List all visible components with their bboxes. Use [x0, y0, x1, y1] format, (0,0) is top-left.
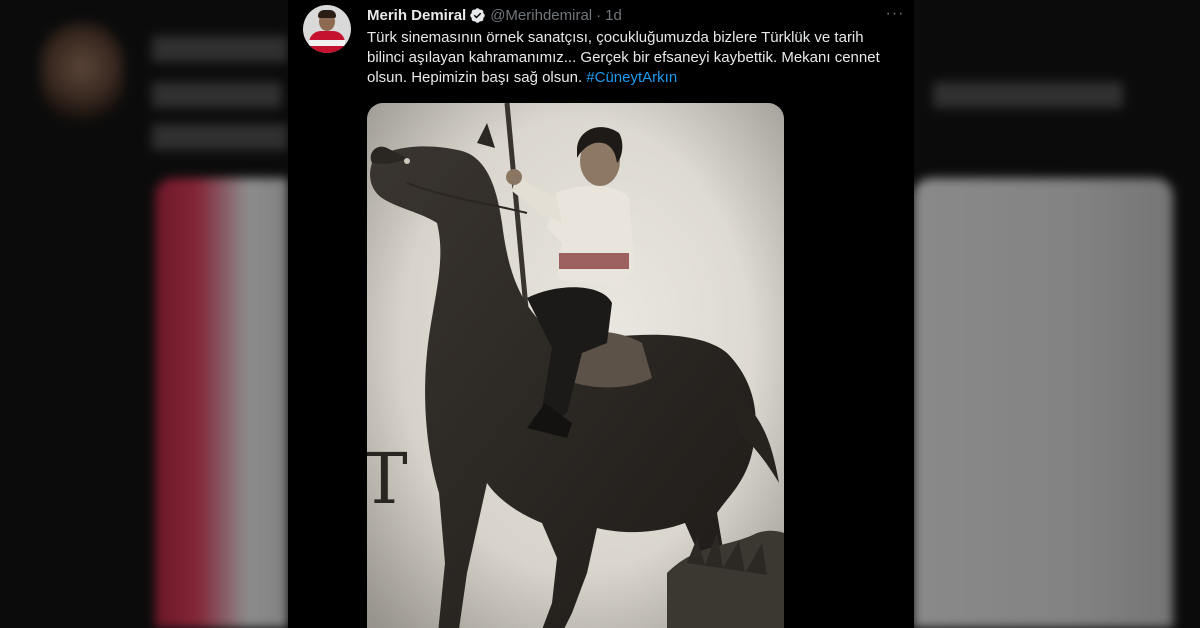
author-handle[interactable]: @Merihdemiral: [490, 7, 592, 24]
more-options-icon[interactable]: ···: [884, 4, 906, 24]
separator: ·: [596, 6, 602, 24]
tweet-text: Türk sinemasının örnek sanatçısı, çocukl…: [367, 28, 897, 88]
tweet: Merih Demiral @Merihdemiral · 1d ··· Tür…: [288, 0, 914, 628]
avatar-shirt-band: [309, 40, 345, 46]
hashtag-link[interactable]: #CüneytArkın: [586, 69, 677, 86]
author-name[interactable]: Merih Demiral: [367, 7, 466, 24]
verified-badge-icon: [469, 7, 486, 24]
horse-rider-illustration: T: [367, 103, 784, 628]
tweet-photo[interactable]: T: [367, 103, 784, 628]
svg-text:T: T: [367, 438, 408, 520]
avatar-hair: [318, 10, 336, 18]
author-avatar[interactable]: [303, 5, 351, 53]
timestamp[interactable]: 1d: [605, 7, 622, 24]
tweet-header: Merih Demiral @Merihdemiral · 1d: [367, 5, 622, 25]
